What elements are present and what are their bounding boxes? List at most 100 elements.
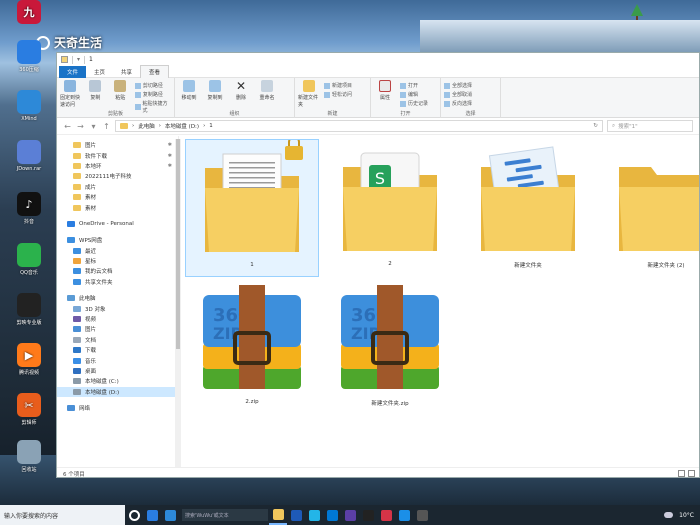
desktop-shortcut[interactable]: 剪映专业版 (4, 293, 54, 326)
file-name: 新建文件夹 (514, 263, 542, 269)
file-item[interactable]: 1 (185, 139, 319, 277)
nav-wps-item[interactable]: 共享文件夹 (57, 277, 178, 287)
start-circle-icon[interactable] (125, 505, 143, 525)
file-item[interactable]: 360 ZIP 2.zip (185, 277, 319, 415)
details-view-icon[interactable] (678, 470, 685, 477)
nav-onedrive[interactable]: OneDrive - Personal (57, 219, 178, 229)
desktop-shortcut[interactable]: XMind (4, 90, 54, 122)
search-field[interactable]: ⌕ 搜索"1" (607, 120, 693, 132)
netease-icon-glyph (308, 509, 320, 521)
up-arrow-icon[interactable]: ↑ (102, 122, 111, 131)
refresh-icon[interactable]: ↻ (593, 123, 598, 129)
breadcrumb-pc[interactable]: 此电脑 (138, 122, 155, 130)
location-icon (73, 388, 81, 395)
desktop-shortcut[interactable]: ♪ 抖音 (4, 192, 54, 225)
tab-view[interactable]: 查看 (140, 65, 170, 78)
nav-wps-item[interactable]: 最近 (57, 246, 178, 256)
desktop-shortcut[interactable]: QQ音乐 (4, 243, 54, 276)
nav-quick-item[interactable]: 2022111电子科技 (57, 171, 178, 181)
nav-wps[interactable]: WPS网盘 (57, 235, 178, 245)
select-all-button[interactable]: 全部选择 (444, 82, 472, 89)
wps-icon[interactable] (323, 505, 341, 525)
file-item[interactable]: S2 (323, 139, 457, 277)
copy-path-button[interactable]: 复制路径 (134, 91, 171, 98)
quick-access-folder-icon[interactable] (61, 56, 68, 63)
nav-scroll-thumb[interactable] (176, 139, 180, 349)
desktop-shortcut[interactable]: 360压缩 (4, 40, 54, 73)
nav-pc-item[interactable]: 音乐 (57, 355, 178, 365)
nav-this-pc[interactable]: 此电脑 (57, 293, 178, 303)
easy-access-button[interactable]: 轻松访问 (324, 91, 352, 98)
recent-chevron-icon[interactable]: ▾ (89, 122, 98, 131)
taskbar-search[interactable]: 输入你要搜索的内容 (0, 505, 125, 525)
forward-arrow-icon[interactable]: → (76, 122, 85, 131)
nav-pc-item[interactable]: 本地磁盘 (D:) (57, 386, 178, 397)
nav-pc-item[interactable]: 图片 (57, 324, 178, 334)
nav-pc-item[interactable]: 文档 (57, 335, 178, 345)
weather-temp: 10°C (679, 511, 694, 519)
toolbar-dropdown-icon[interactable]: ▾ (77, 56, 80, 63)
explorer-icon[interactable] (269, 505, 287, 525)
address-field[interactable]: › 此电脑 › 本地磁盘 (D:) › 1 ↻ (115, 120, 603, 132)
open-button[interactable]: 打开 (400, 82, 428, 89)
jianying-icon[interactable] (359, 505, 377, 525)
nav-quick-item[interactable]: 软件下载 ✱ (57, 150, 178, 160)
nav-quick-item[interactable]: 成片 (57, 182, 178, 192)
breadcrumb-folder[interactable]: 1 (209, 123, 213, 129)
netease-icon[interactable] (305, 505, 323, 525)
app-icon[interactable] (377, 505, 395, 525)
nav-wps-item[interactable]: 我的云文档 (57, 266, 178, 276)
group-label: 剪贴板 (107, 111, 123, 117)
ps-icon[interactable] (287, 505, 305, 525)
desktop-shortcut-label: XMind (21, 116, 37, 122)
nav-quick-item[interactable]: 图片 ✱ (57, 140, 178, 150)
nav-wps-item[interactable]: 星标 (57, 256, 178, 266)
taskbar-search2[interactable]: 搜索'WuWu'或文本 (182, 509, 268, 521)
file-list: 1 S 2 新建文件夹 新建文件夹 (2) 360 ZIP 2.zip 360 ZIP 新建文件夹.… (185, 139, 699, 467)
desktop-shortcut[interactable]: JDown.rar (4, 140, 54, 172)
nav-quick-item[interactable]: 素材 (57, 192, 178, 202)
tab-file[interactable]: 文件 (59, 65, 87, 78)
rename-icon (261, 80, 273, 92)
weather-icon[interactable] (664, 512, 674, 518)
nav-pc-item[interactable]: 3D 对象 (57, 303, 178, 313)
desktop-shortcut[interactable]: 回收站 (4, 440, 54, 473)
wps-item-icon (73, 268, 81, 275)
edit-button[interactable]: 编辑 (400, 91, 428, 98)
search-box-icon[interactable] (161, 505, 179, 525)
file-item[interactable]: 360 ZIP 新建文件夹.zip (323, 277, 457, 415)
desktop-shortcut[interactable]: ▶ 腾讯视频 (4, 343, 54, 376)
file-item[interactable]: 新建文件夹 (2) (599, 139, 699, 277)
cut-path-button[interactable]: 剪切路径 (134, 82, 171, 89)
breadcrumb-drive[interactable]: 本地磁盘 (D:) (165, 122, 199, 130)
history-button[interactable]: 历史记录 (400, 100, 428, 107)
more-icon[interactable] (413, 505, 431, 525)
group-label: 组织 (229, 111, 240, 117)
file-name: 新建文件夹 (2) (647, 263, 685, 269)
nav-pc-item[interactable]: 桌面 (57, 366, 178, 376)
tab-share[interactable]: 共享 (113, 66, 140, 78)
cortana-icon[interactable] (341, 505, 359, 525)
nav-pc-item[interactable]: 视频 (57, 314, 178, 324)
desktop-shortcut[interactable]: 九 (4, 0, 54, 26)
folder-icon (73, 173, 81, 180)
nav-quick-item[interactable]: 本地环 ✱ (57, 161, 178, 171)
back-arrow-icon[interactable]: ← (63, 122, 72, 131)
nav-network[interactable]: 网络 (57, 403, 178, 413)
tab-home[interactable]: 主页 (86, 66, 113, 78)
new-folder-icon (303, 80, 315, 92)
move-to-icon (183, 80, 195, 92)
select-none-button[interactable]: 全部取消 (444, 91, 472, 98)
invert-selection-button[interactable]: 反向选择 (444, 100, 472, 107)
nav-pc-item[interactable]: 本地磁盘 (C:) (57, 376, 178, 386)
nav-scrollbar[interactable] (175, 139, 181, 467)
large-icons-view-icon[interactable] (688, 470, 695, 477)
task-view-icon[interactable] (143, 505, 161, 525)
qq-icon-glyph (398, 509, 410, 521)
desktop-shortcut[interactable]: ✂ 剪辑师 (4, 393, 54, 426)
nav-quick-item[interactable]: 素材 (57, 202, 178, 212)
qq-icon[interactable] (395, 505, 413, 525)
file-item[interactable]: 新建文件夹 (461, 139, 595, 277)
nav-pc-item[interactable]: 下载 (57, 345, 178, 355)
new-item-button[interactable]: 新建项目 (324, 82, 352, 89)
